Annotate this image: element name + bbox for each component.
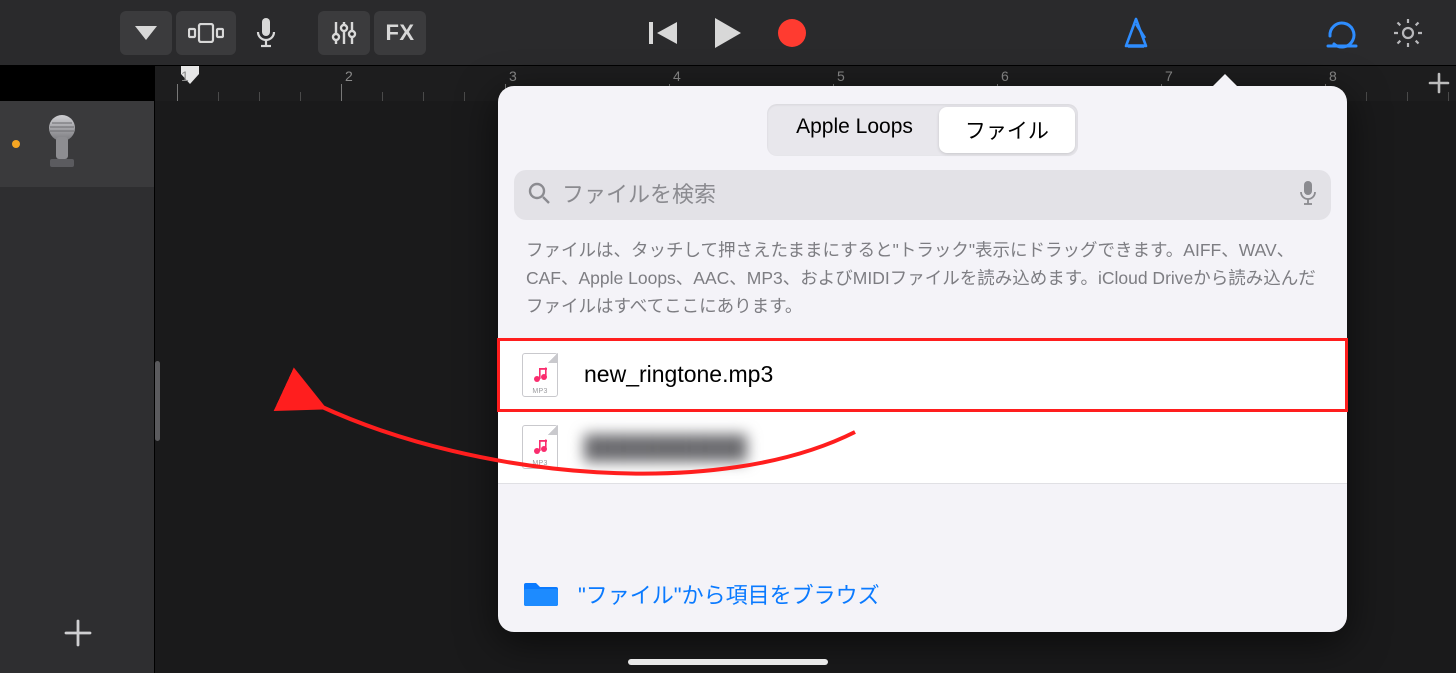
search-input[interactable] — [560, 181, 1289, 209]
settings-button[interactable] — [1378, 11, 1438, 55]
browse-files-button[interactable]: "ファイル"から項目をブラウズ — [498, 556, 1347, 632]
track-view-button[interactable] — [176, 11, 236, 55]
play-button[interactable] — [698, 11, 758, 55]
mic-input-button[interactable] — [240, 11, 292, 55]
add-marker-button[interactable] — [1428, 70, 1450, 101]
loop-browser-popover: Apple Loops ファイル ファイルは、タッチして押さえたままにすると"ト… — [498, 86, 1347, 632]
folder-icon — [522, 580, 560, 608]
file-row[interactable]: MP3 new_ringtone.mp3 — [498, 339, 1347, 411]
ruler-label: 1 — [181, 68, 189, 84]
home-indicator — [628, 659, 828, 665]
audio-file-icon: MP3 — [522, 425, 558, 469]
scroll-indicator — [155, 361, 160, 441]
add-track-button[interactable] — [0, 593, 155, 673]
dictation-icon[interactable] — [1299, 180, 1317, 211]
fx-button[interactable]: FX — [374, 11, 426, 55]
audio-file-icon: MP3 — [522, 353, 558, 397]
tab-apple-loops[interactable]: Apple Loops — [770, 107, 939, 153]
file-name: ██████████ — [584, 434, 747, 461]
file-name: new_ringtone.mp3 — [584, 361, 773, 388]
browse-label: "ファイル"から項目をブラウズ — [578, 578, 880, 610]
metronome-button[interactable] — [1106, 11, 1166, 55]
loop-browser-button[interactable] — [1312, 11, 1372, 55]
track-header[interactable] — [0, 101, 154, 187]
rewind-button[interactable] — [634, 11, 694, 55]
ruler-label: 6 — [1001, 68, 1009, 84]
main-toolbar: FX — [0, 0, 1456, 65]
ruler-label: 2 — [345, 68, 353, 84]
file-list: MP3 new_ringtone.mp3 MP3 ██████████ — [498, 338, 1347, 484]
ruler-label: 3 — [509, 68, 517, 84]
record-button[interactable] — [762, 11, 822, 55]
popover-arrow-icon — [1211, 74, 1239, 88]
browser-tab-segment: Apple Loops ファイル — [767, 104, 1078, 156]
ruler-label: 5 — [837, 68, 845, 84]
file-search-field[interactable] — [514, 170, 1331, 220]
ruler-label: 7 — [1165, 68, 1173, 84]
mixer-button[interactable] — [318, 11, 370, 55]
track-settings-button[interactable] — [120, 11, 172, 55]
tracks-sidebar — [0, 101, 155, 673]
search-icon — [528, 182, 550, 209]
ruler-label: 4 — [673, 68, 681, 84]
tab-files[interactable]: ファイル — [939, 107, 1075, 153]
ruler-label: 8 — [1329, 68, 1337, 84]
file-row[interactable]: MP3 ██████████ — [498, 411, 1347, 483]
track-instrument-icon — [38, 114, 86, 174]
record-armed-icon — [12, 140, 20, 148]
help-text: ファイルは、タッチして押さえたままにすると"トラック"表示にドラッグできます。A… — [498, 236, 1347, 338]
